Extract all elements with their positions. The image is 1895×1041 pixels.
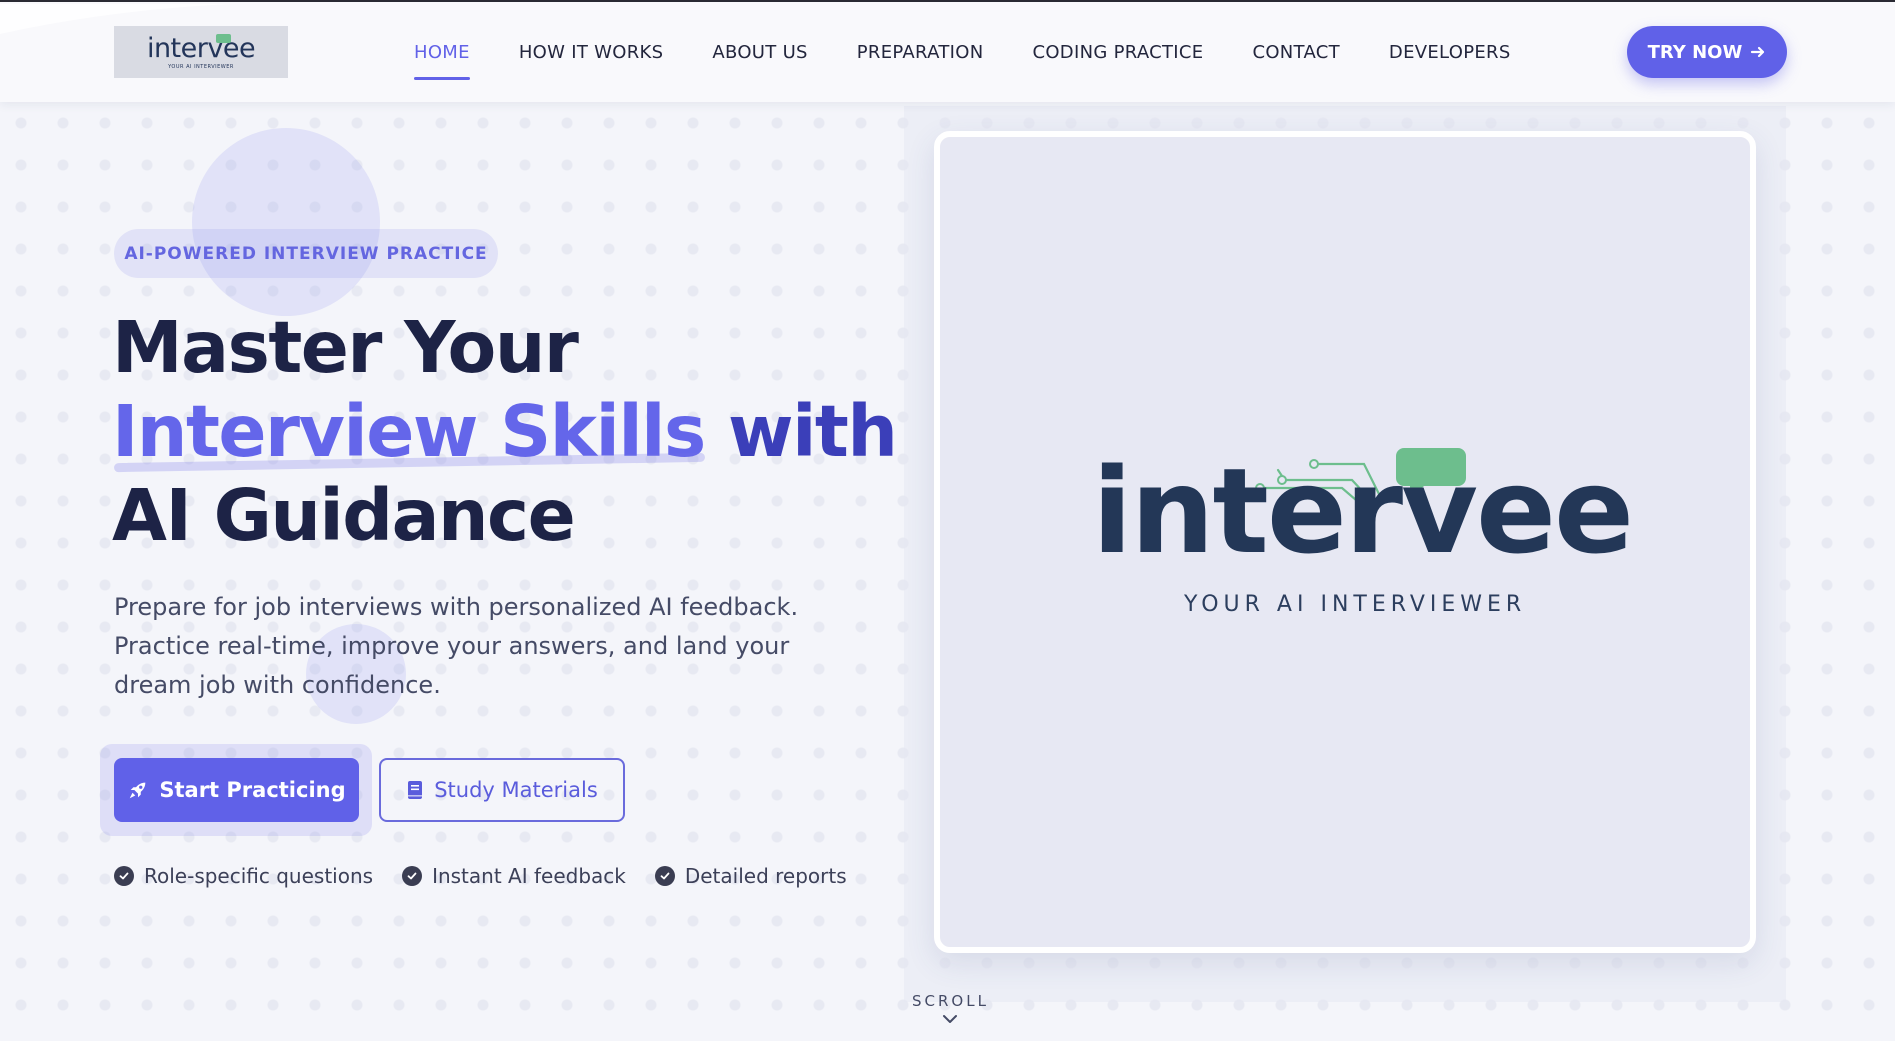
rocket-icon <box>130 782 146 799</box>
nav-link-about-us[interactable]: ABOUT US <box>712 2 807 102</box>
nav-link-home[interactable]: HOME <box>414 2 470 102</box>
nav-links: HOME HOW IT WORKS ABOUT US PREPARATION C… <box>414 2 1560 102</box>
feature-item: Detailed reports <box>654 864 847 888</box>
scroll-label: SCROLL <box>912 992 989 1010</box>
study-materials-label: Study Materials <box>434 778 598 802</box>
try-now-label: TRY NOW <box>1647 41 1743 63</box>
hero-badge: AI-POWERED INTERVIEW PRACTICE <box>114 229 498 278</box>
nav-logo[interactable]: intervee YOUR AI INTERVIEWER <box>114 26 288 78</box>
start-practicing-button[interactable]: Start Practicing <box>114 758 359 822</box>
showcase-logo-word: intervee <box>1092 442 1634 580</box>
check-circle-icon <box>114 866 134 886</box>
description-line: Practice real-time, improve your answers… <box>114 632 790 660</box>
nav-link-coding-practice[interactable]: CODING PRACTICE <box>1032 2 1203 102</box>
scroll-indicator[interactable]: SCROLL <box>912 992 988 1024</box>
headline-with: with <box>728 390 898 473</box>
showcase-logo-tagline: YOUR AI INTERVIEWER <box>1184 592 1527 617</box>
description-line: dream job with confidence. <box>114 671 441 699</box>
arrow-right-icon <box>1751 46 1765 58</box>
book-icon <box>408 781 423 799</box>
hero-headline: Master Your Interview Skills with AI Gui… <box>112 306 898 558</box>
description-line: Prepare for job interviews with personal… <box>114 593 799 621</box>
navbar: intervee YOUR AI INTERVIEWER HOME HOW IT… <box>0 2 1895 102</box>
headline-line-2: Interview Skills with <box>112 390 898 474</box>
feature-label: Instant AI feedback <box>432 864 626 888</box>
try-now-button[interactable]: TRY NOW <box>1627 26 1787 78</box>
feature-label: Role-specific questions <box>144 864 374 888</box>
start-practicing-label: Start Practicing <box>159 778 346 802</box>
nav-link-preparation[interactable]: PREPARATION <box>857 2 984 102</box>
study-materials-button[interactable]: Study Materials <box>379 758 625 822</box>
decorative-circle <box>192 128 380 316</box>
chevron-down-icon <box>943 1015 957 1023</box>
feature-label: Detailed reports <box>684 864 847 888</box>
showcase-logo: intervee YOUR AI INTERVIEWER <box>1092 446 1634 626</box>
nav-logo-word: intervee <box>146 32 256 64</box>
feature-item: Role-specific questions <box>114 864 373 888</box>
check-circle-icon <box>402 866 423 886</box>
check-circle-icon <box>654 866 675 886</box>
nav-logo-tagline: YOUR AI INTERVIEWER <box>168 63 234 70</box>
nav-link-how-it-works[interactable]: HOW IT WORKS <box>519 2 664 102</box>
feature-list: Role-specific questions Instant AI feedb… <box>114 864 876 888</box>
logo-bubble-icon <box>216 34 231 43</box>
headline-highlight: Interview Skills <box>112 390 706 473</box>
nav-link-developers[interactable]: DEVELOPERS <box>1389 2 1511 102</box>
headline-line-3: AI Guidance <box>112 474 576 557</box>
feature-item: Instant AI feedback <box>402 864 626 888</box>
hero-description: Prepare for job interviews with personal… <box>114 588 799 705</box>
nav-link-contact[interactable]: CONTACT <box>1252 2 1339 102</box>
headline-line-1: Master Your <box>112 306 579 389</box>
